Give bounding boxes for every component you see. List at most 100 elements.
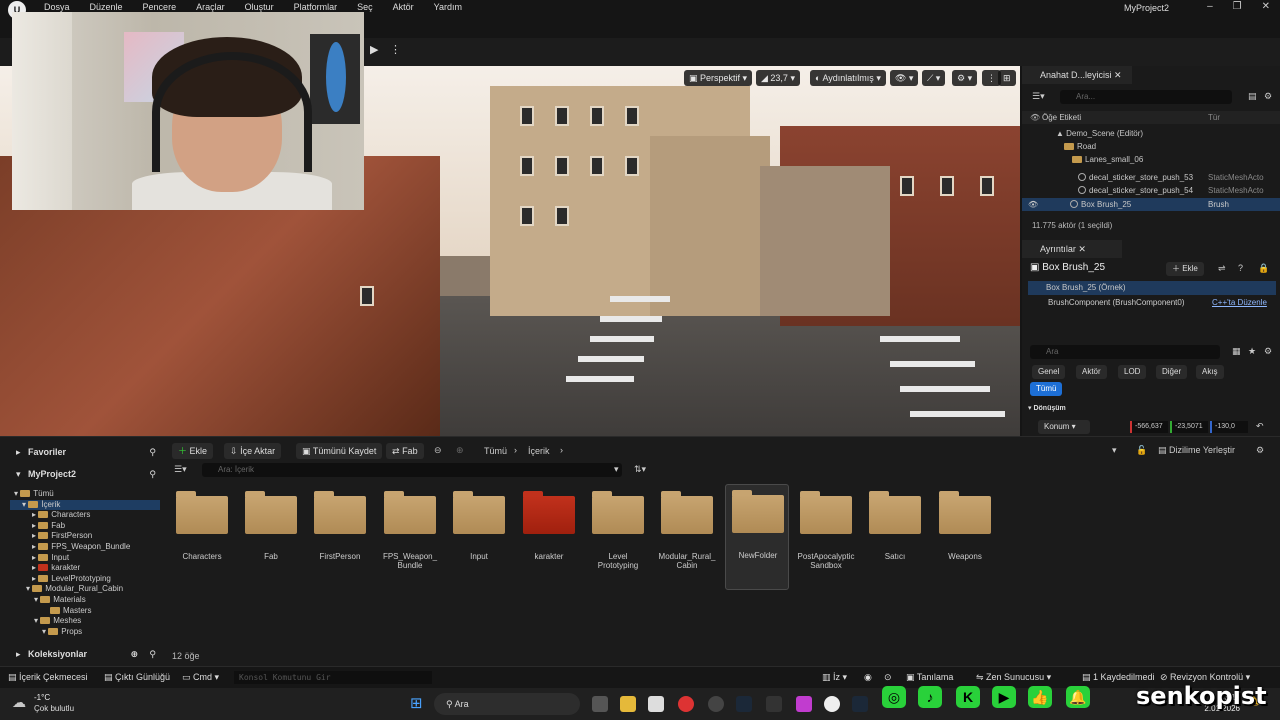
menu-platformlar[interactable]: Platformlar — [294, 2, 338, 12]
steam-icon[interactable] — [736, 696, 752, 712]
search-dropdown-icon[interactable]: ▾ — [614, 464, 619, 475]
visibility-eye-icon[interactable]: 👁 — [1028, 198, 1038, 211]
app-icon[interactable] — [766, 696, 782, 712]
add-button[interactable]: ＋ Ekle — [172, 443, 214, 459]
tree-item-all[interactable]: ▾ Tümü — [10, 489, 160, 500]
outliner-row[interactable]: decal_sticker_store_push_53 StaticMeshAct… — [1022, 171, 1280, 184]
obs-icon[interactable] — [708, 696, 724, 712]
col-type-header[interactable]: Tür — [1208, 111, 1220, 124]
close-tab-icon[interactable]: ✕ — [1078, 244, 1086, 254]
folder-tile[interactable]: FirstPerson — [308, 486, 372, 592]
filter-genel[interactable]: Genel — [1032, 365, 1066, 379]
menu-araclar[interactable]: Araçlar — [196, 2, 225, 12]
tree-item-materials[interactable]: ▾ Materials — [10, 595, 160, 606]
minimize-icon[interactable]: – — [1207, 1, 1213, 12]
filter-diger[interactable]: Diğer — [1156, 365, 1188, 379]
content-search-input[interactable]: Ara: İçerik — [202, 463, 622, 477]
menu-pencere[interactable]: Pencere — [143, 2, 177, 12]
folder-tile[interactable]: PostApocalyptic Sandbox — [794, 486, 858, 592]
app-icon[interactable] — [796, 696, 812, 712]
outliner-row[interactable]: Road — [1022, 140, 1280, 153]
steam-icon[interactable] — [852, 696, 868, 712]
visibility-eye-icon[interactable]: 👁 — [1030, 111, 1040, 124]
cpp-edit-link[interactable]: C++'ta Düzenle — [1212, 298, 1267, 307]
details-settings-icon[interactable]: ⚙ — [1264, 346, 1272, 357]
outliner-row-selected[interactable]: 👁 Box Brush_25 Brush — [1022, 198, 1280, 211]
fab-button[interactable]: ⇄ Fab — [386, 443, 424, 459]
close-tab-icon[interactable]: ✕ — [1114, 70, 1122, 80]
menu-yardim[interactable]: Yardım — [434, 2, 462, 12]
filter-aktor[interactable]: Aktör — [1076, 365, 1107, 379]
folder-tile[interactable]: Characters — [170, 486, 234, 592]
tree-item-input[interactable]: ▸ Input — [10, 553, 160, 564]
lighting-dropdown[interactable]: ◐ Aydınlatılmış ▾ — [810, 70, 886, 86]
folder-tile[interactable]: Modular_Rural_ Cabin — [655, 486, 719, 592]
windows-start-icon[interactable]: ⊞ — [410, 694, 423, 712]
add-component-button[interactable]: ＋ Ekle — [1166, 262, 1204, 276]
menu-sec[interactable]: Seç — [357, 2, 373, 12]
cb-settings-icon[interactable]: ⚙ — [1256, 445, 1264, 456]
folder-tile[interactable]: Satıcı — [863, 486, 927, 592]
reset-icon[interactable]: ↶ — [1256, 421, 1264, 432]
add-folder-icon[interactable]: ▤ — [1248, 91, 1257, 102]
close-icon[interactable]: ✕ — [1262, 1, 1270, 12]
location-dropdown[interactable]: Konum ▾ — [1038, 420, 1090, 434]
tab-details[interactable]: Ayrıntılar ✕ — [1022, 240, 1122, 258]
cmd-dropdown[interactable]: ▭ Cmd ▾ — [182, 672, 219, 683]
maximize-icon[interactable]: ❐ — [1233, 1, 1242, 12]
menu-olustur[interactable]: Oluştur — [245, 2, 274, 12]
transform-section[interactable]: ▾ Dönüşüm — [1028, 404, 1066, 412]
search-icon[interactable]: ⚲ — [149, 463, 156, 485]
tree-item-levelprototyping[interactable]: ▸ LevelPrototyping — [10, 574, 160, 585]
forward-icon[interactable]: ⊕ — [456, 445, 464, 456]
location-z-field[interactable]: -130,0 — [1210, 421, 1248, 433]
import-button[interactable]: ⇩ İçe Aktar — [224, 443, 282, 459]
breadcrumb-content[interactable]: İçerik — [528, 446, 550, 456]
console-input[interactable]: Konsol Komutunu Gir — [234, 671, 432, 684]
dock-layout-button[interactable]: ▤ Dizilime Yerleştir — [1158, 445, 1235, 456]
search-icon[interactable]: ⚲ — [149, 441, 156, 463]
outliner-settings-icon[interactable]: ⚙ — [1264, 91, 1272, 102]
unreal-engine-taskbar-icon[interactable] — [824, 696, 840, 712]
favorite-star-icon[interactable]: ★ — [1248, 346, 1256, 357]
diagnostics-button[interactable]: ▣ Tanılama — [906, 672, 953, 683]
component-row[interactable]: BrushComponent (BrushComponent0) — [1048, 298, 1185, 307]
more-options-icon[interactable]: ⋮ — [390, 43, 401, 56]
details-search-input[interactable]: Ara — [1030, 345, 1220, 359]
tree-item-props[interactable]: ▾ Props — [10, 627, 160, 638]
record-icon[interactable]: ◉ — [864, 672, 872, 683]
filter-tumu[interactable]: Tümü — [1030, 382, 1063, 396]
tree-item-karakter[interactable]: ▸ karakter — [10, 563, 160, 574]
chrome-icon[interactable] — [678, 696, 694, 712]
outliner-search-input[interactable]: Ara... — [1060, 90, 1232, 104]
project-header[interactable]: ▾ MyProject2 ⚲ — [8, 463, 160, 485]
output-log-button[interactable]: ▤ Çıktı Günlüğü — [104, 672, 170, 683]
back-icon[interactable]: ⊖ — [434, 445, 442, 456]
task-view-icon[interactable] — [592, 696, 608, 712]
favorites-header[interactable]: ▸ Favoriler ⚲ — [8, 441, 160, 463]
snap-icon[interactable]: ⟋ ▾ — [922, 70, 946, 86]
search-icon[interactable]: ⚲ — [149, 643, 156, 665]
help-icon[interactable]: ? — [1238, 263, 1243, 273]
trace-dropdown[interactable]: ▥ İz ▾ — [822, 672, 847, 683]
save-all-button[interactable]: ▣ Tümünü Kaydet — [296, 443, 383, 459]
tree-item-firstperson[interactable]: ▸ FirstPerson — [10, 531, 160, 542]
outliner-row[interactable]: ▲ Demo_Scene (Editör) — [1022, 127, 1280, 140]
location-x-field[interactable]: -566,637 — [1130, 421, 1168, 433]
tree-item-masters[interactable]: Masters — [10, 606, 160, 617]
breadcrumb-history-icon[interactable]: ▾ — [1112, 445, 1117, 456]
sort-icon[interactable]: ⇅▾ — [634, 464, 646, 475]
weather-temp[interactable]: -1°C — [34, 693, 50, 702]
folder-tile[interactable]: karakter — [517, 486, 581, 592]
folder-tile[interactable]: FPS_Weapon_ Bundle — [378, 486, 442, 592]
blueprint-icon[interactable]: ⇌ — [1218, 263, 1226, 274]
add-collection-icon[interactable]: ⊕ — [130, 643, 138, 665]
menu-dosya[interactable]: Dosya — [44, 2, 70, 12]
folder-tile-selected[interactable]: NewFolder — [725, 484, 789, 590]
breadcrumb-all[interactable]: Tümü — [484, 446, 507, 456]
filter-akis[interactable]: Akış — [1196, 365, 1224, 379]
tree-item-meshes[interactable]: ▾ Meshes — [10, 616, 160, 627]
tree-item-fps-weapon-bundle[interactable]: ▸ FPS_Weapon_Bundle — [10, 542, 160, 553]
collections-header[interactable]: ▸ Koleksiyonlar ⊕ ⚲ — [8, 643, 160, 665]
outliner-row[interactable]: decal_sticker_store_push_54 StaticMeshAct… — [1022, 184, 1280, 197]
